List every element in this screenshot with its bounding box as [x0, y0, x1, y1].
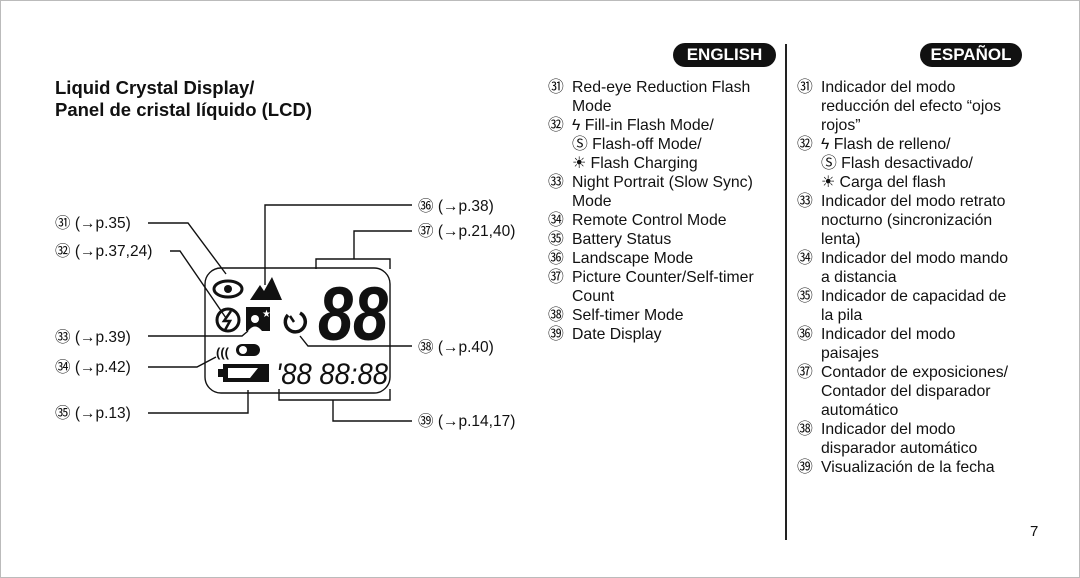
callout-37: ㊲ (→p.21,40) [418, 222, 515, 240]
callout-35: ㉟ (→p.13) [55, 404, 131, 422]
callout-38: ㊳ (→p.40) [418, 338, 494, 356]
callout-31: ㉛ (→p.35) [55, 214, 131, 232]
leader-34 [148, 356, 217, 368]
svg-text:(((: ((( [216, 345, 230, 360]
night-portrait-icon: ★ [246, 307, 271, 331]
callout-32: ㉜ (→p.37,24) [55, 242, 152, 260]
leader-37 [353, 230, 412, 259]
leader-31 [148, 222, 227, 275]
date-display-digits: '88 88:88 [276, 358, 388, 391]
leader-33 [148, 330, 249, 337]
callout-39: ㊴ (→p.14,17) [418, 412, 515, 430]
remote-control-icon: ((( [216, 344, 260, 360]
callout-34: ㉞ (→p.42) [55, 358, 131, 376]
svg-text:★: ★ [262, 309, 271, 320]
callout-36: ㊱ (→p.38) [418, 197, 494, 215]
landscape-icon [250, 277, 282, 300]
page-number: 7 [1030, 523, 1039, 540]
leader-39 [332, 400, 412, 422]
red-eye-icon [212, 279, 244, 299]
picture-counter-digits: 88 [318, 272, 389, 357]
self-timer-icon [283, 311, 308, 334]
lcd-diagram: ★ ((( 88 '88 88:88 ㉛ (→p.35) ㉜ (→p.37,24… [55, 197, 515, 430]
battery-icon [218, 364, 269, 382]
callout-33: ㉝ (→p.39) [55, 328, 131, 346]
flash-off-icon [215, 307, 241, 333]
